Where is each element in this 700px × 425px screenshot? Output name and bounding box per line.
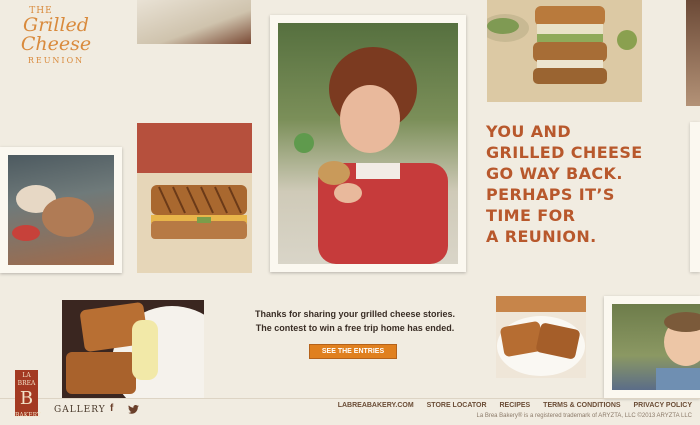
twitter-bird-icon — [128, 404, 139, 414]
gallery-link[interactable]: GALLERY — [54, 405, 106, 415]
brand-mark: B — [19, 388, 34, 409]
contest-ended-message: Thanks for sharing your grilled cheese s… — [232, 307, 478, 335]
photo-vintage-toddler[interactable] — [0, 147, 122, 273]
message-line-2: The contest to win a free trip home has … — [255, 323, 455, 333]
boy-illustration — [656, 312, 700, 390]
sandwich-halves-illustration — [137, 123, 252, 273]
grilled-cheese-reunion-logo[interactable]: THE Grilled Cheese REUNION — [8, 6, 104, 76]
stacked-sandwich-illustration — [487, 0, 642, 102]
brand-top: LA BREA — [17, 372, 36, 387]
sandwich-on-plate-illustration — [496, 296, 586, 376]
headline-line: GO WAY BACK. — [486, 164, 623, 183]
logo-reunion: REUNION — [27, 56, 85, 65]
photo-main-girl[interactable] — [270, 15, 466, 272]
headline-line: PERHAPS IT’S — [486, 185, 615, 204]
twitter-icon[interactable] — [128, 404, 139, 417]
headline-line: TIME FOR — [486, 206, 576, 225]
photo-boy-smiling[interactable] — [604, 296, 700, 398]
photo-sandwich-plate-right[interactable] — [496, 296, 586, 378]
message-line-1: Thanks for sharing your grilled cheese s… — [254, 309, 456, 319]
photo-edge-right-top[interactable] — [686, 0, 700, 106]
la-brea-bakery-logo[interactable]: LA BREA B BAKERY — [15, 370, 41, 419]
photo-stacked-sandwich[interactable] — [487, 0, 642, 102]
vintage-toddler-illustration — [12, 185, 94, 241]
headline-line: GRILLED CHEESE — [486, 143, 643, 162]
copyright-text: La Brea Bakery® is a registered trademar… — [476, 413, 693, 419]
headline-line: A REUNION. — [486, 227, 597, 246]
photo-grilled-sandwich-cut[interactable] — [137, 123, 252, 273]
brand-bottom: BAKERY — [15, 412, 41, 419]
footer-link-recipes[interactable]: RECIPES — [499, 402, 530, 409]
footer-link-labreabakery[interactable]: LABREABAKERY.COM — [338, 402, 414, 409]
footer-links: LABREABAKERY.COM STORE LOCATOR RECIPES T… — [327, 402, 692, 409]
facebook-icon[interactable]: f — [110, 403, 113, 414]
headline-line: YOU AND — [486, 122, 572, 141]
footer-link-store-locator[interactable]: STORE LOCATOR — [427, 402, 487, 409]
footer-link-terms[interactable]: TERMS & CONDITIONS — [543, 402, 620, 409]
see-the-entries-button[interactable]: SEE THE ENTRIES — [309, 344, 397, 359]
girl-eating-sandwich-illustration — [294, 47, 448, 264]
logo-line-cheese: Cheese — [20, 33, 92, 55]
photo-top-plate[interactable] — [137, 0, 251, 44]
photo-edge-right-mid[interactable] — [690, 122, 700, 272]
footer-link-privacy[interactable]: PRIVACY POLICY — [634, 402, 692, 409]
photo-sandwich-plate-left[interactable] — [62, 300, 204, 398]
headline: YOU AND GRILLED CHEESE GO WAY BACK. PERH… — [486, 121, 656, 247]
sandwich-plate-illustration — [66, 302, 204, 398]
